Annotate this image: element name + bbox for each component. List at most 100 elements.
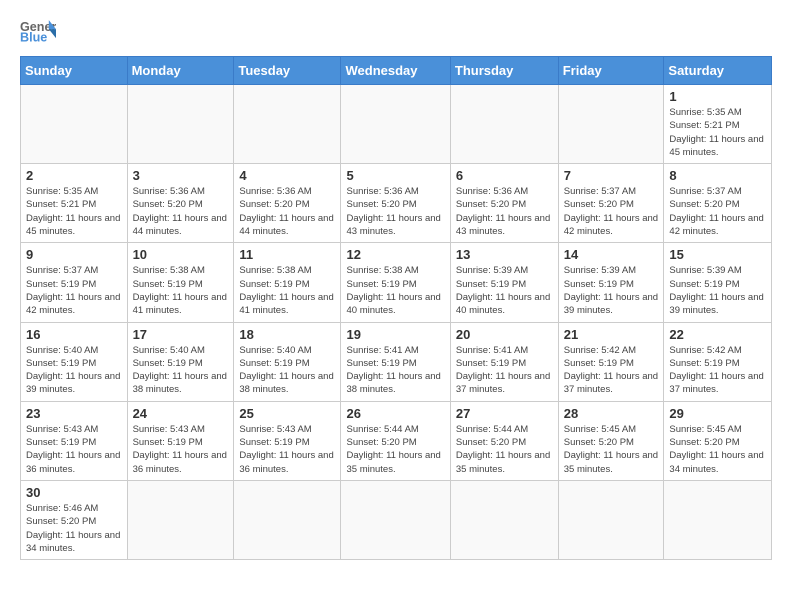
day-info: Sunrise: 5:39 AM Sunset: 5:19 PM Dayligh… (564, 264, 659, 317)
calendar-cell: 16 Sunrise: 5:40 AM Sunset: 5:19 PM Dayli… (21, 322, 128, 401)
day-number: 29 (669, 406, 766, 421)
day-number: 3 (133, 168, 229, 183)
day-info: Sunrise: 5:36 AM Sunset: 5:20 PM Dayligh… (346, 185, 444, 238)
day-info: Sunrise: 5:38 AM Sunset: 5:19 PM Dayligh… (239, 264, 335, 317)
calendar-cell (127, 85, 234, 164)
weekday-header-thursday: Thursday (450, 57, 558, 85)
calendar-cell: 21 Sunrise: 5:42 AM Sunset: 5:19 PM Dayli… (558, 322, 664, 401)
calendar-cell: 17Sunrise: 5:40 AM Sunset: 5:19 PM Dayli… (127, 322, 234, 401)
day-info: Sunrise: 5:38 AM Sunset: 5:19 PM Dayligh… (346, 264, 444, 317)
day-number: 4 (239, 168, 335, 183)
calendar-cell: 25 Sunrise: 5:43 AM Sunset: 5:19 PM Dayli… (234, 401, 341, 480)
calendar-cell: 2 Sunrise: 5:35 AM Sunset: 5:21 PM Daylig… (21, 164, 128, 243)
calendar-cell (234, 85, 341, 164)
day-number: 12 (346, 247, 444, 262)
calendar-cell: 23Sunrise: 5:43 AM Sunset: 5:19 PM Dayli… (21, 401, 128, 480)
calendar-cell (21, 85, 128, 164)
calendar-cell: 4 Sunrise: 5:36 AM Sunset: 5:20 PM Daylig… (234, 164, 341, 243)
day-number: 11 (239, 247, 335, 262)
calendar-table: SundayMondayTuesdayWednesdayThursdayFrid… (20, 56, 772, 560)
day-info: Sunrise: 5:46 AM Sunset: 5:20 PM Dayligh… (26, 502, 122, 555)
day-info: Sunrise: 5:37 AM Sunset: 5:20 PM Dayligh… (669, 185, 766, 238)
calendar-cell (450, 480, 558, 559)
calendar-cell: 22 Sunrise: 5:42 AM Sunset: 5:19 PM Dayli… (664, 322, 772, 401)
calendar-body: 1 Sunrise: 5:35 AM Sunset: 5:21 PM Daylig… (21, 85, 772, 560)
day-info: Sunrise: 5:37 AM Sunset: 5:20 PM Dayligh… (564, 185, 659, 238)
calendar-cell: 24 Sunrise: 5:43 AM Sunset: 5:19 PM Dayli… (127, 401, 234, 480)
day-number: 16 (26, 327, 122, 342)
calendar-cell (558, 480, 664, 559)
day-info: Sunrise: 5:45 AM Sunset: 5:20 PM Dayligh… (564, 423, 659, 476)
day-number: 19 (346, 327, 444, 342)
day-info: Sunrise: 5:36 AM Sunset: 5:20 PM Dayligh… (456, 185, 553, 238)
day-info: Sunrise: 5:44 AM Sunset: 5:20 PM Dayligh… (456, 423, 553, 476)
day-info: Sunrise: 5:45 AM Sunset: 5:20 PM Dayligh… (669, 423, 766, 476)
calendar-cell: 9 Sunrise: 5:37 AM Sunset: 5:19 PM Daylig… (21, 243, 128, 322)
calendar-cell: 27 Sunrise: 5:44 AM Sunset: 5:20 PM Dayli… (450, 401, 558, 480)
calendar-cell: 12 Sunrise: 5:38 AM Sunset: 5:19 PM Dayli… (341, 243, 450, 322)
calendar-cell: 18 Sunrise: 5:40 AM Sunset: 5:19 PM Dayli… (234, 322, 341, 401)
day-number: 8 (669, 168, 766, 183)
day-info: Sunrise: 5:42 AM Sunset: 5:19 PM Dayligh… (669, 344, 766, 397)
day-number: 25 (239, 406, 335, 421)
day-info: Sunrise: 5:36 AM Sunset: 5:20 PM Dayligh… (239, 185, 335, 238)
logo-icon: General Blue (20, 16, 56, 44)
day-number: 15 (669, 247, 766, 262)
calendar-cell (450, 85, 558, 164)
day-number: 6 (456, 168, 553, 183)
calendar-cell: 30 Sunrise: 5:46 AM Sunset: 5:20 PM Dayli… (21, 480, 128, 559)
day-number: 21 (564, 327, 659, 342)
calendar-cell (558, 85, 664, 164)
calendar-week-1: 1 Sunrise: 5:35 AM Sunset: 5:21 PM Daylig… (21, 85, 772, 164)
day-number: 13 (456, 247, 553, 262)
day-info: Sunrise: 5:43 AM Sunset: 5:19 PM Dayligh… (239, 423, 335, 476)
day-info: Sunrise: 5:41 AM Sunset: 5:19 PM Dayligh… (456, 344, 553, 397)
logo: General Blue (20, 16, 56, 44)
calendar-cell: 5Sunrise: 5:36 AM Sunset: 5:20 PM Daylig… (341, 164, 450, 243)
calendar-cell (234, 480, 341, 559)
day-number: 22 (669, 327, 766, 342)
calendar-cell: 10 Sunrise: 5:38 AM Sunset: 5:19 PM Dayli… (127, 243, 234, 322)
day-number: 14 (564, 247, 659, 262)
day-info: Sunrise: 5:40 AM Sunset: 5:19 PM Dayligh… (26, 344, 122, 397)
day-number: 17 (133, 327, 229, 342)
calendar-cell: 14 Sunrise: 5:39 AM Sunset: 5:19 PM Dayli… (558, 243, 664, 322)
day-number: 30 (26, 485, 122, 500)
calendar-cell: 11 Sunrise: 5:38 AM Sunset: 5:19 PM Dayli… (234, 243, 341, 322)
day-number: 26 (346, 406, 444, 421)
day-number: 10 (133, 247, 229, 262)
day-info: Sunrise: 5:43 AM Sunset: 5:19 PM Dayligh… (133, 423, 229, 476)
calendar-cell: 20 Sunrise: 5:41 AM Sunset: 5:19 PM Dayli… (450, 322, 558, 401)
day-number: 2 (26, 168, 122, 183)
day-info: Sunrise: 5:43 AM Sunset: 5:19 PM Dayligh… (26, 423, 122, 476)
day-number: 28 (564, 406, 659, 421)
day-info: Sunrise: 5:36 AM Sunset: 5:20 PM Dayligh… (133, 185, 229, 238)
day-number: 27 (456, 406, 553, 421)
calendar-cell (127, 480, 234, 559)
day-info: Sunrise: 5:39 AM Sunset: 5:19 PM Dayligh… (669, 264, 766, 317)
calendar-week-5: 23Sunrise: 5:43 AM Sunset: 5:19 PM Dayli… (21, 401, 772, 480)
calendar-cell: 6 Sunrise: 5:36 AM Sunset: 5:20 PM Daylig… (450, 164, 558, 243)
day-number: 9 (26, 247, 122, 262)
day-info: Sunrise: 5:35 AM Sunset: 5:21 PM Dayligh… (26, 185, 122, 238)
day-info: Sunrise: 5:42 AM Sunset: 5:19 PM Dayligh… (564, 344, 659, 397)
weekday-header-sunday: Sunday (21, 57, 128, 85)
header: General Blue (20, 16, 772, 44)
calendar-cell: 29 Sunrise: 5:45 AM Sunset: 5:20 PM Dayli… (664, 401, 772, 480)
calendar-cell: 15 Sunrise: 5:39 AM Sunset: 5:19 PM Dayli… (664, 243, 772, 322)
day-number: 1 (669, 89, 766, 104)
calendar-cell (341, 85, 450, 164)
day-number: 7 (564, 168, 659, 183)
day-number: 20 (456, 327, 553, 342)
calendar-cell: 19Sunrise: 5:41 AM Sunset: 5:19 PM Dayli… (341, 322, 450, 401)
weekday-header-tuesday: Tuesday (234, 57, 341, 85)
day-info: Sunrise: 5:37 AM Sunset: 5:19 PM Dayligh… (26, 264, 122, 317)
calendar-cell: 26Sunrise: 5:44 AM Sunset: 5:20 PM Dayli… (341, 401, 450, 480)
svg-text:Blue: Blue (20, 31, 47, 44)
day-number: 18 (239, 327, 335, 342)
calendar-cell (341, 480, 450, 559)
day-number: 24 (133, 406, 229, 421)
day-info: Sunrise: 5:35 AM Sunset: 5:21 PM Dayligh… (669, 106, 766, 159)
day-info: Sunrise: 5:40 AM Sunset: 5:19 PM Dayligh… (239, 344, 335, 397)
day-info: Sunrise: 5:38 AM Sunset: 5:19 PM Dayligh… (133, 264, 229, 317)
